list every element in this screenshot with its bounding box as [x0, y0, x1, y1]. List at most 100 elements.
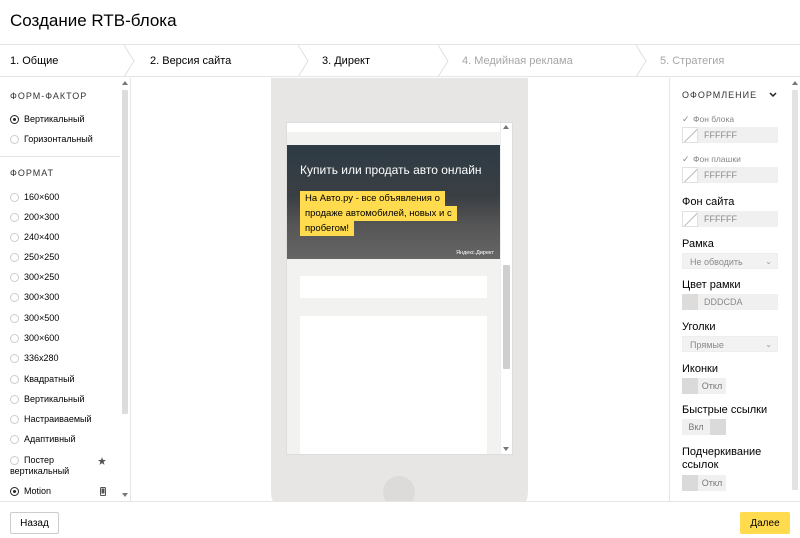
- radio-checked-icon: [10, 486, 19, 496]
- block-bg-checkbox[interactable]: ✓ Фон блока: [682, 114, 778, 124]
- form-factor-title: ФОРМ-ФАКТОР: [10, 91, 88, 101]
- scroll-thumb[interactable]: [503, 265, 510, 369]
- radio-format-poster-vertical[interactable]: Постер вертикальный: [10, 455, 110, 477]
- quick-links-field: Быстрые ссылки Вкл: [682, 404, 767, 435]
- scroll-up-icon[interactable]: [122, 81, 128, 85]
- radio-format-vertical[interactable]: Вертикальный: [10, 394, 85, 404]
- checkmark-icon: ✓: [682, 113, 690, 124]
- radio-form-factor-horizontal[interactable]: Горизонтальный: [10, 134, 93, 144]
- frame-color-input[interactable]: DDDCDA: [698, 294, 778, 310]
- title-bar: Создание RTB-блока: [0, 0, 800, 44]
- radio-icon: [10, 434, 19, 444]
- step-separator-icon: [438, 45, 449, 77]
- chevron-down-icon: [769, 92, 777, 98]
- radio-icon: [10, 374, 19, 384]
- left-panel: ФОРМ-ФАКТОР Вертикальный Горизонтальный …: [0, 78, 131, 501]
- frame-field: Рамка Не обводить ⌄: [682, 238, 778, 269]
- ad-banner[interactable]: Купить или продать авто онлайн На Авто.р…: [287, 145, 500, 259]
- radio-format-custom[interactable]: Настраиваемый: [10, 414, 92, 424]
- preview-area: Купить или продать авто онлайн На Авто.р…: [132, 78, 668, 501]
- plate-bg-checkbox[interactable]: ✓ Фон плашки: [682, 154, 778, 164]
- content-placeholder: [300, 276, 487, 298]
- format-title: ФОРМАТ: [10, 168, 55, 178]
- underline-toggle[interactable]: Откл: [682, 475, 782, 491]
- page-title: Создание RTB-блока: [10, 11, 177, 30]
- radio-format-250x250[interactable]: 250×250: [10, 252, 59, 262]
- preview-scrollbar[interactable]: [500, 123, 512, 454]
- step-direct[interactable]: 3. Директ: [312, 45, 370, 77]
- radio-checked-icon: [10, 114, 19, 124]
- phone-home-button: [383, 476, 415, 501]
- color-swatch[interactable]: [682, 211, 698, 227]
- icons-toggle[interactable]: Откл: [682, 378, 726, 394]
- color-swatch[interactable]: [682, 127, 698, 143]
- corners-select[interactable]: Прямые ⌄: [682, 336, 778, 352]
- radio-format-300x300[interactable]: 300×300: [10, 292, 59, 302]
- site-bg-input[interactable]: FFFFFF: [698, 211, 778, 227]
- radio-icon: [10, 394, 19, 404]
- radio-format-200x300[interactable]: 200×300: [10, 212, 59, 222]
- radio-icon: [10, 232, 19, 242]
- scroll-up-icon[interactable]: [503, 125, 509, 129]
- radio-icon: [10, 353, 19, 363]
- radio-icon: [10, 252, 19, 262]
- scroll-thumb[interactable]: [792, 90, 798, 490]
- radio-format-336x280[interactable]: 336x280: [10, 353, 59, 363]
- scroll-thumb[interactable]: [122, 90, 128, 414]
- step-general[interactable]: 1. Общие: [0, 45, 58, 77]
- radio-icon: [10, 333, 19, 343]
- radio-icon: [10, 313, 19, 323]
- radio-format-square[interactable]: Квадратный: [10, 374, 75, 384]
- ad-text: На Авто.ру - все объявления о продаже ав…: [300, 191, 472, 236]
- left-scrollbar[interactable]: [120, 78, 130, 501]
- radio-format-motion[interactable]: Motion: [10, 486, 51, 496]
- phone-mockup: Купить или продать авто онлайн На Авто.р…: [271, 78, 528, 501]
- star-icon: [98, 457, 106, 465]
- radio-icon: [10, 414, 19, 424]
- scroll-down-icon[interactable]: [503, 447, 509, 451]
- scroll-down-icon[interactable]: [122, 493, 128, 497]
- site-bg-field: Фон сайта FFFFFF: [682, 196, 778, 227]
- right-scrollbar[interactable]: [790, 78, 800, 501]
- plate-bg-field: ✓ Фон плашки FFFFFF: [682, 154, 778, 183]
- step-site-version[interactable]: 2. Версия сайта: [140, 45, 231, 77]
- footer: Назад Далее: [0, 501, 800, 538]
- frame-select[interactable]: Не обводить ⌄: [682, 253, 778, 269]
- design-section-header[interactable]: ОФОРМЛЕНИЕ: [682, 90, 777, 100]
- ad-title: Купить или продать авто онлайн: [300, 163, 482, 177]
- underline-field: Подчеркивание ссылок Откл: [682, 446, 782, 491]
- checkmark-icon: ✓: [682, 153, 690, 164]
- radio-icon: [10, 456, 19, 465]
- radio-icon: [10, 192, 19, 202]
- content-placeholder: [300, 316, 487, 454]
- quick-links-toggle[interactable]: Вкл: [682, 419, 767, 435]
- radio-format-300x250[interactable]: 300×250: [10, 272, 59, 282]
- radio-format-160x600[interactable]: 160×600: [10, 192, 59, 202]
- scroll-up-icon[interactable]: [792, 81, 798, 85]
- content-placeholder: [287, 123, 500, 132]
- phone-screen: Купить или продать авто онлайн На Авто.р…: [286, 122, 513, 455]
- frame-color-field: Цвет рамки DDDCDA: [682, 279, 778, 310]
- corners-field: Уголки Прямые ⌄: [682, 321, 778, 352]
- radio-format-240x400[interactable]: 240×400: [10, 232, 59, 242]
- radio-format-300x500[interactable]: 300×500: [10, 313, 59, 323]
- step-separator-icon: [298, 45, 309, 77]
- step-separator-icon: [636, 45, 647, 77]
- radio-format-300x600[interactable]: 300×600: [10, 333, 59, 343]
- step-media-ads: 4. Медийная реклама: [462, 55, 573, 67]
- block-bg-field: ✓ Фон блока FFFFFF: [682, 114, 778, 143]
- radio-format-adaptive[interactable]: Адаптивный: [10, 434, 76, 444]
- color-swatch[interactable]: [682, 167, 698, 183]
- chevron-down-icon: ⌄: [765, 340, 772, 349]
- radio-form-factor-vertical[interactable]: Вертикальный: [10, 114, 85, 124]
- step-separator-icon: [124, 45, 135, 77]
- radio-icon: [10, 292, 19, 302]
- radio-icon: [10, 272, 19, 282]
- color-swatch[interactable]: [682, 294, 698, 310]
- back-button[interactable]: Назад: [10, 512, 59, 534]
- right-panel: ОФОРМЛЕНИЕ ✓ Фон блока FFFFFF ✓ Фон плашки…: [669, 78, 800, 501]
- next-button[interactable]: Далее: [740, 512, 790, 534]
- divider: [0, 156, 120, 157]
- block-bg-input[interactable]: FFFFFF: [698, 127, 778, 143]
- plate-bg-input[interactable]: FFFFFF: [698, 167, 778, 183]
